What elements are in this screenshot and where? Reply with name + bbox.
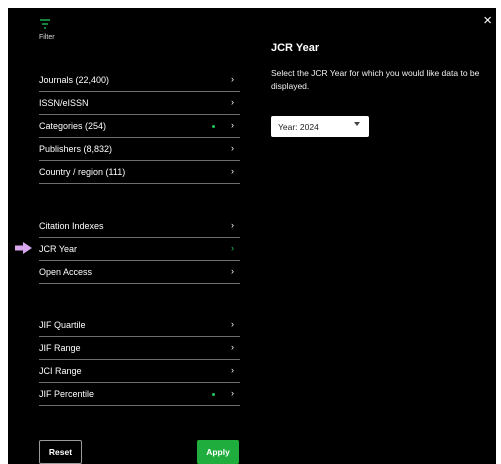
jcr-year-value: Year: 2024 [278,122,319,132]
menu-item-journals[interactable]: Journals (22,400) › [39,69,240,92]
reset-button[interactable]: Reset [39,440,82,464]
menu-item-label: JCR Year [39,244,78,254]
chevron-right-icon: › [231,243,234,253]
selected-dot-icon [212,125,215,128]
menu-item-issn[interactable]: ISSN/eISSN › [39,92,240,115]
menu-item-publishers[interactable]: Publishers (8,832) › [39,138,240,161]
filter-icon [40,19,50,29]
chevron-right-icon: › [231,342,234,352]
filter-label: Filter [39,34,55,41]
menu-item-citation-indexes[interactable]: Citation Indexes › [39,215,240,238]
chevron-right-icon: › [231,97,234,107]
menu-item-label: Journals (22,400) [39,75,110,85]
menu-item-label: ISSN/eISSN [39,98,89,108]
caret-down-icon [354,122,360,126]
panel-description: Select the JCR Year for which you would … [271,68,480,91]
menu-item-categories[interactable]: Categories (254) › [39,115,240,138]
menu-item-label: Publishers (8,832) [39,144,113,154]
chevron-right-icon: › [231,143,234,153]
menu-item-label: Open Access [39,267,93,277]
chevron-right-icon: › [231,220,234,230]
menu-group-metrics: JIF Quartile › JIF Range › JCI Range › J… [39,314,240,406]
jcr-year-select[interactable]: Year: 2024 [271,116,369,137]
menu-item-label: Country / region (111) [39,167,126,177]
menu-group-scope: Citation Indexes › JCR Year › Open Acces… [15,215,240,284]
menu-item-jif-percentile[interactable]: JIF Percentile › [39,383,240,406]
menu-item-label: JIF Percentile [39,389,95,399]
menu-item-jci-range[interactable]: JCI Range › [39,360,240,383]
pointer-arrow-icon [15,242,32,254]
chevron-right-icon: › [231,166,234,176]
chevron-right-icon: › [231,365,234,375]
menu-item-label: JIF Range [39,343,81,353]
chevron-right-icon: › [231,319,234,329]
menu-item-label: Categories (254) [39,121,107,131]
chevron-right-icon: › [231,74,234,84]
menu-item-jcr-year[interactable]: JCR Year › [15,238,240,261]
close-icon[interactable]: × [483,13,492,28]
menu-item-label: Citation Indexes [39,221,104,231]
apply-button[interactable]: Apply [197,440,239,464]
menu-item-label: JIF Quartile [39,320,86,330]
menu-item-jif-range[interactable]: JIF Range › [39,337,240,360]
menu-item-label: JCI Range [39,366,82,376]
menu-group-identity: Journals (22,400) › ISSN/eISSN › Categor… [39,69,240,184]
selected-dot-icon [212,393,215,396]
filter-panel: Filter × Journals (22,400) › ISSN/eISSN … [8,8,496,464]
chevron-right-icon: › [231,120,234,130]
panel-title: JCR Year [271,42,320,54]
menu-item-jif-quartile[interactable]: JIF Quartile › [39,314,240,337]
menu-item-country-region[interactable]: Country / region (111) › [39,161,240,184]
chevron-right-icon: › [231,388,234,398]
chevron-right-icon: › [231,266,234,276]
menu-item-open-access[interactable]: Open Access › [39,261,240,284]
